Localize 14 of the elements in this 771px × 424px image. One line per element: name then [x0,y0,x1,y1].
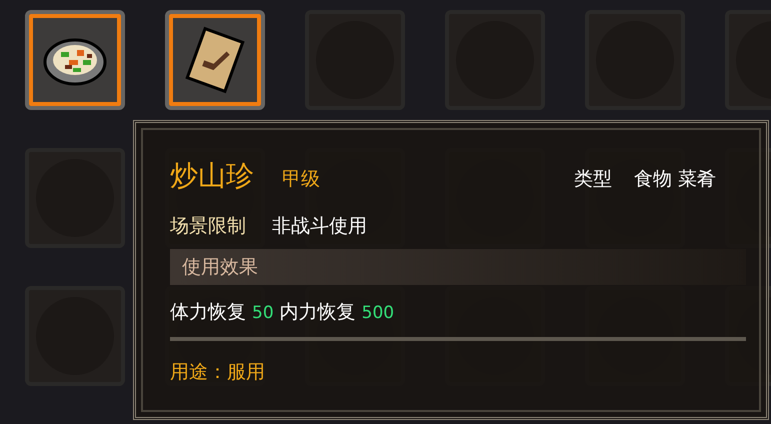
inventory-slot[interactable] [165,10,265,110]
restriction-value: 非战斗使用 [272,214,367,239]
effects-header: 使用效果 [170,249,746,285]
type-value: 食物 菜肴 [634,167,716,192]
effect-value: 500 [362,303,394,323]
effect-label: 体力恢复 [170,300,246,325]
restriction-label: 场景限制 [170,214,246,239]
effect-value: 50 [252,303,274,323]
item-name: 炒山珍 [170,158,254,194]
item-usage: 用途：服用 [170,360,266,385]
effect-label: 内力恢复 [280,300,356,325]
item-grade: 甲级 [282,167,320,192]
type-label: 类型 [574,167,612,192]
inventory-slot[interactable] [25,10,125,110]
